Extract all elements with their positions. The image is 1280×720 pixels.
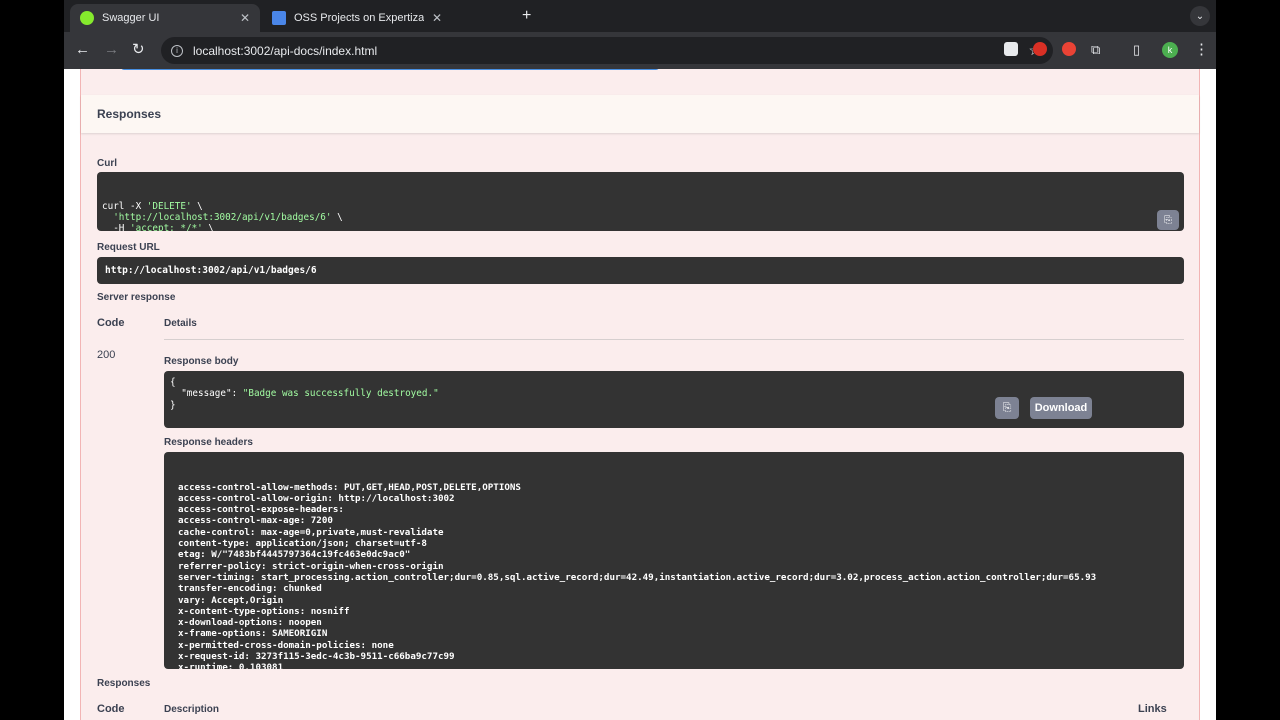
curl-continuation: \ (331, 211, 343, 223)
curl-line: 'http://localhost:3002/api/v1/badges/6' … (102, 212, 1179, 223)
response-header-line: content-type: application/json; charset=… (178, 538, 427, 550)
response-body-label: Response body (164, 356, 239, 367)
response-headers-box[interactable]: access-control-allow-methods: PUT,GET,HE… (164, 452, 1184, 669)
extension-record-icon[interactable] (1062, 42, 1076, 56)
request-url-label: Request URL (97, 242, 160, 253)
swagger-favicon-icon (80, 11, 94, 25)
new-tab-button[interactable]: + (522, 7, 531, 25)
json-open-brace: { (170, 377, 176, 388)
status-code: 200 (97, 349, 116, 361)
response-header-line: transfer-encoding: chunked (178, 583, 322, 595)
response-header-line: cache-control: max-age=0,private,must-re… (178, 526, 444, 538)
response-header-line: referrer-policy: strict-origin-when-cros… (178, 560, 444, 572)
execute-progress-bar (121, 69, 659, 70)
docs-favicon-icon (272, 11, 286, 25)
tab-title: Swagger UI (102, 12, 160, 24)
links-column-header: Links (1138, 703, 1167, 715)
json-key: "message": (170, 388, 243, 400)
response-header-line: x-permitted-cross-domain-policies: none (178, 639, 394, 651)
copy-body-icon[interactable]: ⎘ (995, 397, 1019, 419)
responses-section-header: Responses (81, 95, 1199, 133)
curl-string: 'accept: */*' (130, 223, 203, 231)
curl-string: 'DELETE' (146, 200, 192, 212)
table-divider (164, 339, 1184, 340)
profile-avatar[interactable]: k (1162, 42, 1178, 58)
response-header-line: access-control-allow-methods: PUT,GET,HE… (178, 481, 521, 493)
extensions-puzzle-icon[interactable]: ⧉ (1091, 41, 1100, 59)
curl-line: curl -X 'DELETE' \ (102, 201, 1179, 212)
extension-b-icon[interactable] (1004, 42, 1018, 56)
download-button[interactable]: Download (1030, 397, 1092, 419)
tab-search-chevron-icon[interactable]: ⌄ (1190, 6, 1210, 26)
details-column-header: Details (164, 318, 197, 329)
request-url-box[interactable]: http://localhost:3002/api/v1/badges/6 (97, 257, 1184, 284)
json-close-brace: } (170, 399, 176, 411)
forward-arrow-icon[interactable]: → (104, 41, 119, 59)
tab-strip: Swagger UI ✕ OSS Projects on Expertiza, … (64, 0, 1216, 32)
delete-operation-block: Responses Curl curl -X 'DELETE' \ 'http:… (80, 69, 1200, 720)
tab-close-icon[interactable]: ✕ (240, 11, 250, 25)
curl-line: -H 'accept: */*' \ (102, 223, 1179, 231)
curl-continuation: \ (202, 223, 214, 231)
response-header-line: x-frame-options: SAMEORIGIN (178, 628, 328, 640)
side-panel-icon[interactable]: ▯ (1133, 41, 1140, 59)
response-header-line: x-download-options: noopen (178, 617, 322, 629)
response-header-line: access-control-expose-headers: (178, 504, 344, 516)
response-headers-label: Response headers (164, 437, 253, 448)
copy-curl-icon[interactable]: ⎘ (1157, 210, 1179, 230)
curl-command-box[interactable]: curl -X 'DELETE' \ 'http://localhost:300… (97, 172, 1184, 231)
description-column-header: Description (164, 704, 220, 715)
curl-token: -H (102, 223, 130, 231)
back-arrow-icon[interactable]: ← (75, 41, 90, 59)
code-column-header-2: Code (97, 703, 125, 715)
response-header-line: x-content-type-options: nosniff (178, 605, 350, 617)
code-column-header: Code (97, 317, 125, 329)
tab-title: OSS Projects on Expertiza, S (294, 12, 424, 24)
response-header-line: x-runtime: 0.103081 (178, 662, 284, 669)
response-header-line: server-timing: start_processing.action_c… (178, 571, 1097, 583)
response-header-line: vary: Accept,Origin (178, 594, 284, 606)
curl-string: 'http://localhost:3002/api/v1/badges/6' (113, 211, 332, 223)
json-value: "Badge was successfully destroyed." (242, 388, 439, 400)
tab-swagger-ui[interactable]: Swagger UI ✕ (70, 4, 260, 32)
tab-close-icon[interactable]: ✕ (432, 11, 442, 25)
browser-toolbar: ← → ↻ i localhost:3002/api-docs/index.ht… (64, 32, 1216, 69)
menu-kebab-icon[interactable]: ⋮ (1194, 41, 1209, 59)
responses-label: Responses (97, 678, 151, 689)
address-bar[interactable]: i localhost:3002/api-docs/index.html ☆ (161, 37, 1053, 64)
tab-oss-projects[interactable]: OSS Projects on Expertiza, S ✕ (262, 4, 452, 32)
site-info-icon[interactable]: i (171, 44, 183, 57)
server-response-label: Server response (97, 292, 176, 303)
extension-c-icon[interactable] (1033, 42, 1047, 56)
response-header-line: x-request-id: 3273f115-3edc-4c3b-9511-c6… (178, 651, 455, 663)
response-header-line: etag: W/"7483bf4445797364c19fc463e0dc9ac… (178, 549, 411, 561)
response-header-line: access-control-max-age: 7200 (178, 515, 333, 527)
response-header-line: access-control-allow-origin: http://loca… (178, 492, 455, 504)
curl-continuation: \ (191, 200, 203, 212)
curl-token (102, 212, 113, 223)
address-url: localhost:3002/api-docs/index.html (193, 43, 378, 58)
curl-label: Curl (97, 158, 117, 169)
page-viewport: Responses Curl curl -X 'DELETE' \ 'http:… (64, 69, 1216, 720)
curl-token: curl -X (102, 200, 147, 212)
reload-icon[interactable]: ↻ (132, 41, 145, 59)
